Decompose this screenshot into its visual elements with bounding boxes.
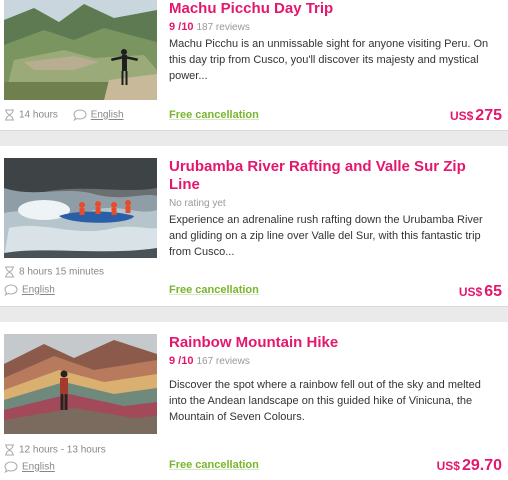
- tour-meta: 14 hours English: [4, 109, 124, 121]
- hourglass-icon: [5, 444, 14, 456]
- hourglass-icon: [5, 109, 14, 121]
- price-amount: 275: [475, 107, 502, 124]
- tour-language[interactable]: English: [22, 462, 55, 473]
- price-currency: US$: [449, 109, 474, 123]
- price-currency: US$: [436, 459, 460, 473]
- tour-duration: 14 hours: [19, 109, 58, 121]
- machu-picchu-photo: [4, 0, 157, 100]
- free-cancellation-label: Free cancellation: [169, 459, 259, 471]
- rating-score: 9 /10: [169, 21, 194, 33]
- tour-title[interactable]: Machu Picchu Day Trip: [169, 0, 499, 18]
- free-cancellation-label: Free cancellation: [169, 284, 259, 296]
- speech-bubble-icon: [4, 284, 18, 296]
- review-count: 187 reviews: [196, 22, 250, 33]
- tour-duration: 8 hours 15 minutes: [19, 266, 105, 278]
- tour-duration-row: 12 hours - 13 hours: [4, 444, 106, 456]
- tour-language-row: English: [4, 461, 55, 473]
- tour-price: US$ 29.70: [437, 457, 502, 475]
- tour-description: Experience an adrenaline rush rafting do…: [169, 214, 483, 258]
- speech-bubble-icon: [4, 461, 18, 473]
- rating-score: 9 /10: [169, 355, 194, 367]
- tour-title[interactable]: Rainbow Mountain Hike: [169, 334, 499, 352]
- tour-title[interactable]: Urubamba River Rafting and Valle Sur Zip…: [169, 158, 499, 194]
- tour-language[interactable]: English: [91, 110, 124, 121]
- tour-price: US$ 65: [459, 283, 502, 301]
- price-amount: 29.70: [461, 457, 502, 474]
- tour-card-rainbow-mountain[interactable]: Rainbow Mountain Hike 9 /10 167 reviews D…: [0, 322, 508, 480]
- tour-price: US$ 275: [450, 107, 502, 125]
- rainbow-mountain-photo: [4, 334, 157, 434]
- no-rating-text: No rating yet: [169, 198, 226, 209]
- tour-card-machu-picchu[interactable]: Machu Picchu Day Trip 9 /10 187 reviews M…: [0, 0, 508, 131]
- tour-content: Urubamba River Rafting and Valle Sur Zip…: [169, 158, 500, 260]
- hourglass-icon: [5, 266, 14, 278]
- rafting-photo: [4, 158, 157, 258]
- tour-duration-row: 8 hours 15 minutes: [4, 266, 104, 278]
- tour-image-rainbow-mountain[interactable]: [4, 334, 157, 434]
- tour-rating: 9 /10 187 reviews: [169, 21, 500, 34]
- tour-rating: 9 /10 167 reviews: [169, 355, 500, 368]
- tour-language-row: English: [4, 284, 55, 296]
- speech-bubble-icon: [73, 109, 87, 121]
- tour-content: Rainbow Mountain Hike 9 /10 167 reviews D…: [169, 334, 500, 425]
- price-currency: US$: [458, 285, 483, 299]
- tour-description: Discover the spot where a rainbow fell o…: [169, 379, 481, 423]
- tour-card-urubamba-rafting[interactable]: Urubamba River Rafting and Valle Sur Zip…: [0, 146, 508, 307]
- price-amount: 65: [484, 283, 502, 300]
- free-cancellation-label: Free cancellation: [169, 109, 259, 121]
- tour-rating: No rating yet: [169, 197, 500, 210]
- tour-description: Machu Picchu is an unmissable sight for …: [169, 38, 489, 82]
- tour-language[interactable]: English: [22, 285, 55, 296]
- tour-image-rafting[interactable]: [4, 158, 157, 258]
- tour-image-machu-picchu[interactable]: [4, 0, 157, 100]
- tour-content: Machu Picchu Day Trip 9 /10 187 reviews M…: [169, 0, 500, 84]
- review-count: 167 reviews: [196, 356, 250, 367]
- tour-duration: 12 hours - 13 hours: [19, 444, 106, 456]
